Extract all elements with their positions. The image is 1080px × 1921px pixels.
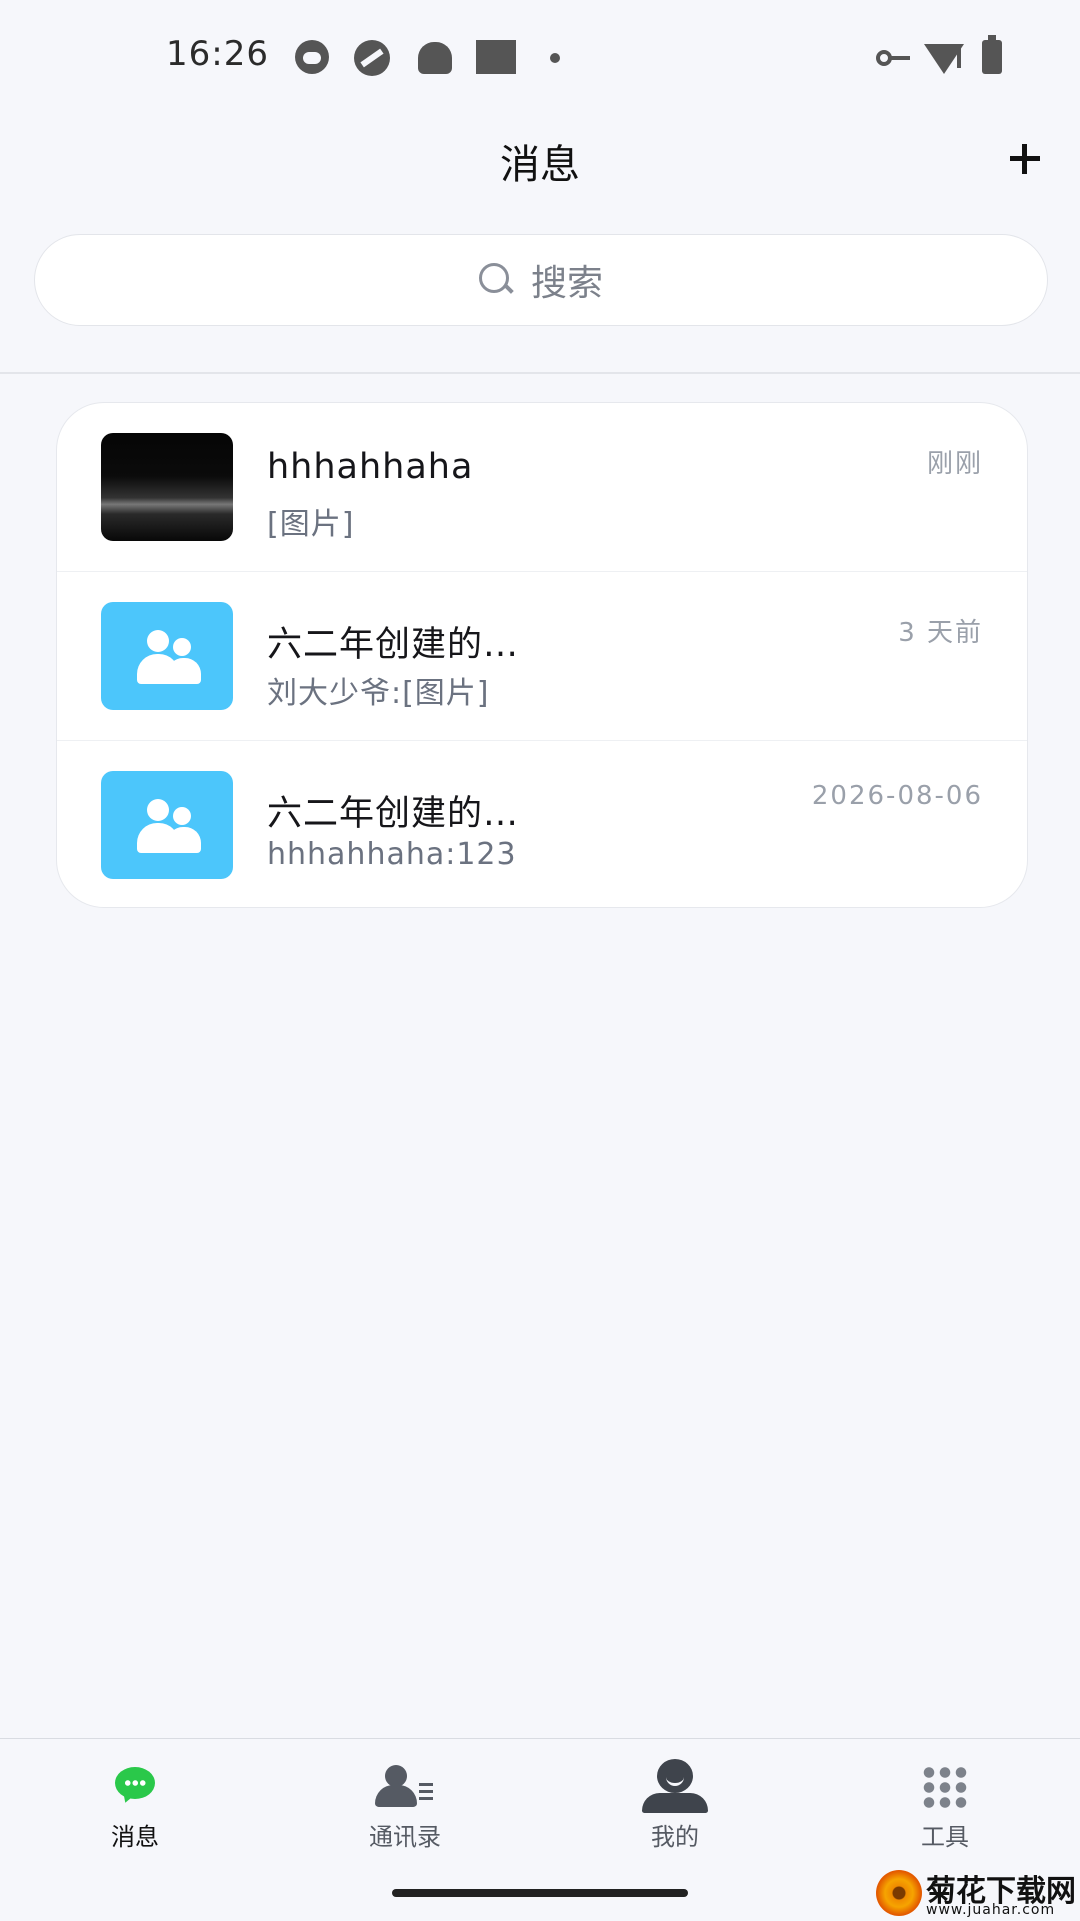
- group-avatar: [101, 771, 233, 879]
- tab-label: 通讯录: [369, 1823, 441, 1851]
- group-icon: [101, 771, 233, 879]
- conversation-time: 2026-08-06: [811, 781, 983, 811]
- tab-label: 工具: [921, 1823, 969, 1851]
- tab-label: 我的: [651, 1823, 699, 1851]
- group-avatar: [101, 602, 233, 710]
- watermark: 菊花下载网 www.juahar.com: [876, 1866, 1080, 1920]
- conversation-item[interactable]: 六二年创建的… hhhahhaha:123 2026-08-06: [57, 740, 1027, 907]
- conversation-time: 3 天前: [898, 618, 983, 648]
- tab-tools[interactable]: 工具: [810, 1739, 1080, 1869]
- aperture-icon: [354, 40, 390, 76]
- square-icon: [476, 40, 516, 74]
- conversation-preview: [图片]: [267, 507, 355, 542]
- conversation-list: hhhahhaha [图片] 刚刚 六二年创建的… 刘大少爷:[图片] 3 天前…: [56, 402, 1028, 908]
- conversation-item[interactable]: hhhahhaha [图片] 刚刚: [57, 403, 1027, 571]
- status-time: 16:26: [166, 34, 269, 74]
- search-input[interactable]: 搜索: [34, 234, 1048, 326]
- conversation-name: hhhahhaha: [267, 447, 474, 487]
- wifi-alert-mark: [957, 46, 961, 68]
- profile-icon: [642, 1759, 708, 1813]
- vpn-key-icon: [876, 50, 910, 66]
- android-icon: [418, 42, 452, 74]
- grid-icon: [921, 1765, 969, 1809]
- home-indicator[interactable]: [392, 1889, 688, 1897]
- header-divider: [0, 372, 1080, 374]
- page-title: 消息: [500, 142, 580, 188]
- conversation-name: 六二年创建的…: [267, 794, 520, 834]
- tab-messages[interactable]: 消息: [0, 1739, 270, 1869]
- watermark-url: www.juahar.com: [926, 1902, 1056, 1918]
- flower-logo-icon: [876, 1870, 922, 1916]
- tab-me[interactable]: 我的: [540, 1739, 810, 1869]
- chat-icon: [115, 1767, 155, 1799]
- search-icon: [478, 263, 513, 297]
- add-button[interactable]: [1004, 138, 1044, 178]
- conversation-preview: 刘大少爷:[图片]: [267, 676, 490, 711]
- conversation-item[interactable]: 六二年创建的… 刘大少爷:[图片] 3 天前: [57, 571, 1027, 740]
- group-icon: [101, 602, 233, 710]
- battery-charging-icon: [982, 35, 1002, 74]
- dot-icon: [550, 53, 560, 63]
- contacts-icon: [375, 1765, 435, 1809]
- search-placeholder: 搜索: [530, 263, 603, 304]
- photo-avatar: [101, 433, 233, 541]
- conversation-name: 六二年创建的…: [267, 625, 520, 665]
- tab-label: 消息: [111, 1823, 159, 1851]
- conversation-preview: hhhahhaha:123: [267, 837, 517, 872]
- tab-contacts[interactable]: 通讯录: [270, 1739, 540, 1869]
- status-bar: 16:26: [0, 0, 1080, 110]
- cat-icon: [295, 40, 329, 74]
- conversation-time: 刚刚: [926, 449, 983, 479]
